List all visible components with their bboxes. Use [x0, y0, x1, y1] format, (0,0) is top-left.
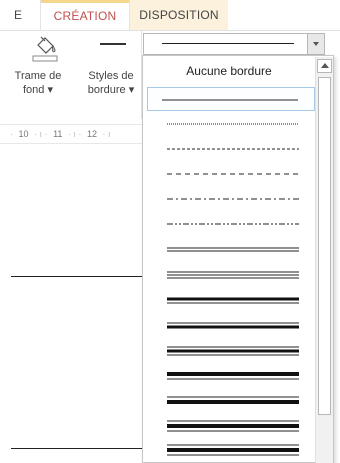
border-sample-dashed: [167, 173, 299, 175]
border-style-double[interactable]: [147, 238, 315, 262]
scroll-thumb[interactable]: [318, 77, 331, 415]
ruler-label-10: 10: [18, 129, 29, 139]
selected-line-preview: [162, 43, 294, 44]
border-style-thin-thick-thin-medium[interactable]: [147, 414, 315, 438]
no-border-option[interactable]: Aucune bordure: [143, 61, 315, 81]
border-style-thin-thick-small[interactable]: [147, 314, 315, 338]
ribbon-tabs: E CRÉATION DISPOSITION: [0, 0, 340, 30]
border-style-dashed[interactable]: [147, 162, 315, 186]
border-style-dropdown: Aucune bordure: [142, 55, 334, 463]
dropdown-scrollbar[interactable]: [315, 57, 333, 463]
border-style-dash-dot[interactable]: [147, 187, 315, 211]
border-sample-dotted: [167, 123, 299, 125]
tab-creation[interactable]: CRÉATION: [41, 0, 129, 30]
border-sample-thick-thin-large: [167, 444, 299, 456]
border-sample-thick-thin-small: [167, 297, 299, 304]
border-sample-dashed-small: [167, 148, 299, 150]
paint-bucket-icon: [32, 36, 58, 62]
border-sample-thin-thick-medium: [167, 396, 299, 404]
border-style-dotted[interactable]: [147, 112, 315, 136]
border-style-select[interactable]: [143, 33, 314, 55]
border-style-thin-thick-medium[interactable]: [147, 389, 315, 413]
border-sample-thin-thick-thin-medium: [167, 420, 299, 432]
border-style-thin-thick-thin-small[interactable]: [147, 339, 315, 363]
border-styles-label-line2: bordure ▾: [87, 84, 135, 96]
border-sample-thin-thick-thin-small: [167, 346, 299, 356]
border-style-thick-thin-small[interactable]: [147, 289, 315, 313]
border-sample-double: [167, 247, 299, 252]
document-border-line: [11, 276, 142, 277]
border-sample-thin-thick-small: [167, 322, 299, 329]
border-styles-label-line1: Styles de: [88, 70, 134, 82]
tab-partial[interactable]: E: [14, 0, 22, 30]
border-sample-dash-dot: [167, 198, 299, 200]
border-style-dash-dot-dot[interactable]: [147, 212, 315, 236]
document-border-line: [11, 448, 142, 449]
horizontal-ruler: · 10 · ı · 11 · ı · 12 · ı: [0, 124, 142, 144]
border-style-thick-thin-medium[interactable]: [147, 364, 315, 388]
ruler-label-12: 12: [86, 129, 97, 139]
scroll-up-button[interactable]: [317, 59, 332, 73]
ruler-label-11: 11: [53, 129, 63, 139]
border-style-select-arrow[interactable]: [307, 33, 325, 55]
border-style-thick-thin-large[interactable]: [147, 439, 315, 462]
border-sample-thick-thin-medium: [167, 372, 299, 380]
border-sample-dash-dot-dot: [167, 223, 299, 225]
border-sample-single: [162, 99, 298, 101]
chevron-up-icon: [321, 63, 329, 68]
chevron-down-icon: [313, 42, 319, 46]
border-style-triple[interactable]: [147, 263, 315, 287]
border-styles-button[interactable]: Styles de bordure ▾: [80, 31, 140, 101]
border-sample-triple: [167, 271, 299, 279]
document-area[interactable]: [0, 146, 142, 463]
tab-disposition[interactable]: DISPOSITION: [130, 0, 228, 30]
shading-label-line2: fond ▾: [23, 84, 53, 96]
shading-label-line1: Trame de: [14, 70, 62, 82]
border-style-dashed-small[interactable]: [147, 137, 315, 161]
line-style-icon: [100, 43, 126, 45]
border-style-single[interactable]: [147, 87, 315, 111]
shading-button[interactable]: Trame de fond ▾: [8, 31, 82, 101]
